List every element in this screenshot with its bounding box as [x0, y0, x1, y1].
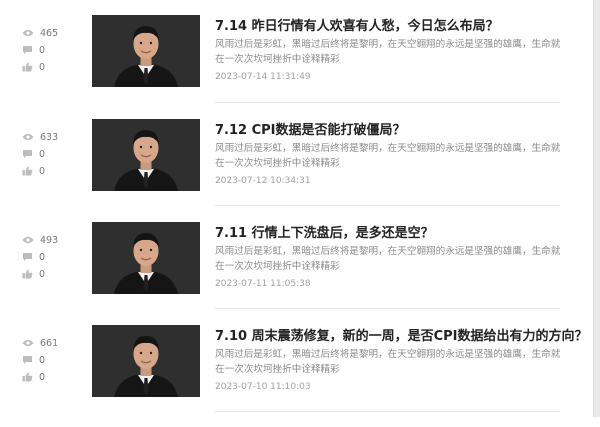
eye-icon [22, 133, 34, 141]
comment-icon [22, 252, 33, 262]
view-count: 465 [22, 26, 58, 40]
article-date: 2023-07-12 10:34:31 [215, 176, 311, 186]
thumbs-up-icon[interactable] [22, 166, 33, 176]
thumbs-up-icon[interactable] [22, 372, 33, 382]
comment-icon [22, 149, 33, 159]
like-count[interactable]: 0 [22, 164, 45, 178]
view-count: 633 [22, 130, 58, 144]
article-excerpt: 风雨过后是彩虹，黑暗过后终将是黎明，在天空翱翔的永远是坚强的雄鹰，生命就在一次次… [215, 143, 561, 169]
comment-count: 0 [22, 147, 45, 161]
article-thumbnail[interactable] [92, 222, 200, 294]
comment-icon [22, 45, 33, 55]
like-count[interactable]: 0 [22, 370, 45, 384]
comment-count: 0 [22, 43, 45, 57]
eye-icon [22, 339, 34, 347]
view-count: 661 [22, 336, 58, 350]
scrollbar-track[interactable] [593, 0, 600, 417]
comment-icon [22, 355, 33, 365]
divider [215, 205, 560, 206]
article-thumbnail[interactable] [92, 119, 200, 191]
eye-icon [22, 29, 34, 37]
article-date: 2023-07-11 11:05:38 [215, 279, 311, 289]
author-portrait [92, 222, 200, 294]
author-portrait [92, 15, 200, 87]
article-title[interactable]: 7.14 昨日行情有人欢喜有人愁，今日怎么布局？ [215, 15, 565, 34]
like-count[interactable]: 0 [22, 267, 45, 281]
article-title[interactable]: 7.12 CPI数据是否能打破僵局？ [215, 119, 565, 138]
article-excerpt: 风雨过后是彩虹，黑暗过后终将是黎明，在天空翱翔的永远是坚强的雄鹰，生命就在一次次… [215, 246, 561, 272]
article-date: 2023-07-10 11:10:03 [215, 382, 311, 392]
author-portrait [92, 325, 200, 397]
article-date: 2023-07-14 11:31:49 [215, 72, 311, 82]
article-thumbnail[interactable] [92, 325, 200, 397]
comment-count: 0 [22, 250, 45, 264]
comment-count: 0 [22, 353, 45, 367]
like-count[interactable]: 0 [22, 60, 45, 74]
view-count: 493 [22, 233, 58, 247]
eye-icon [22, 236, 34, 244]
author-portrait [92, 119, 200, 191]
divider [215, 102, 560, 103]
divider [215, 411, 560, 412]
article-excerpt: 风雨过后是彩虹，黑暗过后终将是黎明，在天空翱翔的永远是坚强的雄鹰，生命就在一次次… [215, 349, 561, 375]
divider [215, 308, 560, 309]
article-title[interactable]: 7.11 行情上下洗盘后，是多还是空？ [215, 222, 565, 241]
thumbs-up-icon[interactable] [22, 62, 33, 72]
article-excerpt: 风雨过后是彩虹，黑暗过后终将是黎明，在天空翱翔的永远是坚强的雄鹰，生命就在一次次… [215, 39, 561, 65]
article-thumbnail[interactable] [92, 15, 200, 87]
article-title[interactable]: 7.10 周末震荡修复，新的一周，是否CPI数据给出有力的方向？ [215, 325, 588, 344]
thumbs-up-icon[interactable] [22, 269, 33, 279]
